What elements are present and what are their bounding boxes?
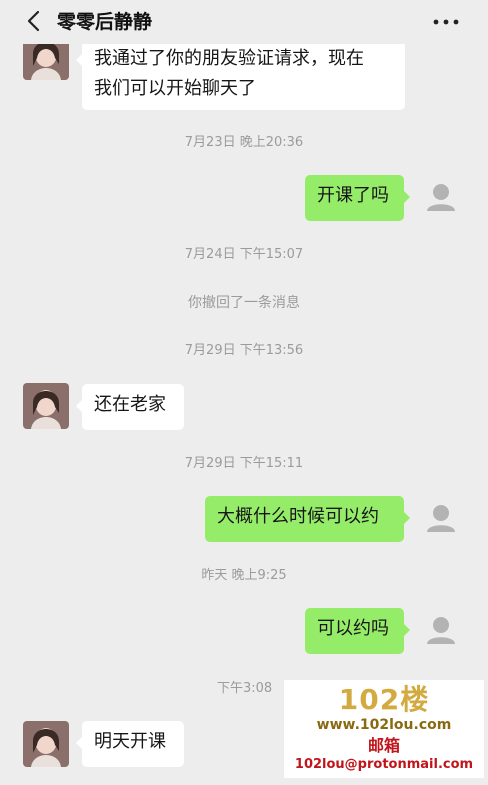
- contact-avatar[interactable]: [23, 383, 69, 429]
- timestamp: 7月29日 下午15:11: [184, 456, 304, 471]
- self-avatar[interactable]: [418, 608, 464, 654]
- back-arrow-icon[interactable]: [24, 10, 44, 32]
- self-avatar[interactable]: [418, 175, 464, 221]
- message-bubble-incoming[interactable]: 还在老家: [76, 384, 184, 430]
- watermark-logo: 102楼 www.102lou.com 邮箱 102lou@protonmail…: [284, 680, 484, 778]
- message-text: 明天开课: [94, 731, 166, 752]
- default-user-icon: [418, 608, 464, 654]
- message-bubble-outgoing[interactable]: 可以约吗: [305, 608, 410, 654]
- message-text: 开课了吗: [317, 185, 389, 206]
- message-text: 大概什么时候可以约: [217, 506, 379, 527]
- timestamp: 7月24日 下午15:07: [184, 247, 304, 262]
- message-text: 还在老家: [94, 394, 166, 415]
- timestamp: 7月23日 晚上20:36: [184, 135, 304, 150]
- chat-title: 零零后静静: [57, 11, 153, 33]
- message-bubble-incoming[interactable]: 明天开课: [76, 721, 184, 767]
- message-text: 我通过了你的朋友验证请求，现在: [94, 48, 364, 69]
- message-bubble-outgoing[interactable]: 大概什么时候可以约: [205, 496, 410, 542]
- watermark-email: 102lou@protonmail.com: [294, 757, 474, 772]
- more-options-icon[interactable]: [430, 12, 462, 32]
- default-user-icon: [418, 496, 464, 542]
- recall-notice: 你撤回了一条消息: [188, 295, 300, 311]
- chat-header: 零零后静静: [0, 0, 488, 44]
- timestamp: 昨天 晚上9:25: [201, 568, 287, 583]
- watermark-brand: 102楼: [338, 683, 430, 716]
- message-text: 可以约吗: [317, 618, 389, 639]
- self-avatar[interactable]: [418, 496, 464, 542]
- watermark-mail-label: 邮箱: [367, 736, 400, 755]
- chat-area: 我通过了你的朋友验证请求，现在 我们可以开始聊天了 7月23日 晚上20:36 …: [0, 0, 488, 785]
- timestamp: 7月29日 下午13:56: [184, 343, 304, 358]
- contact-avatar[interactable]: [23, 721, 69, 767]
- message-text: 我们可以开始聊天了: [94, 78, 256, 99]
- message-bubble-incoming[interactable]: 我通过了你的朋友验证请求，现在 我们可以开始聊天了: [76, 38, 405, 110]
- message-bubble-outgoing[interactable]: 开课了吗: [305, 175, 410, 221]
- watermark-url: www.102lou.com: [316, 717, 452, 733]
- default-user-icon: [418, 175, 464, 221]
